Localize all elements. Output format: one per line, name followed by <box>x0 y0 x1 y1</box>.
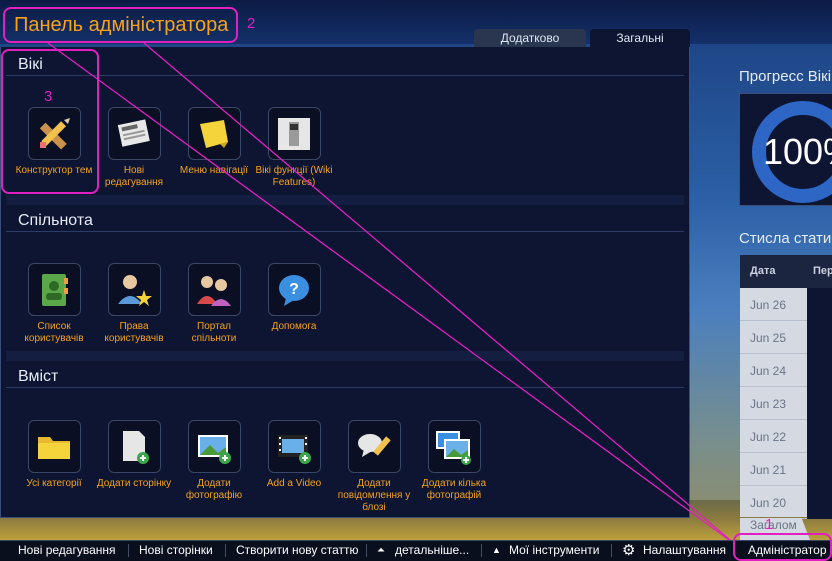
toolbar-create-article[interactable]: Створити нову статтю <box>236 540 359 561</box>
toolbar-new-pages[interactable]: Нові сторінки <box>139 540 213 561</box>
annotation-box-admin <box>733 533 832 561</box>
toolbar-recent-changes[interactable]: Нові редагування <box>18 540 116 561</box>
toolbar-separator <box>128 544 129 557</box>
toolbar-separator <box>225 544 226 557</box>
toolbar-settings[interactable]: Налаштування <box>643 540 726 561</box>
annotation-pointer-line <box>47 42 737 546</box>
up-arrow-icon: ▲ <box>492 545 501 555</box>
toolbar-more[interactable]: детальніше... <box>395 540 469 561</box>
toolbar-my-tools[interactable]: Мої інструменти <box>509 540 599 561</box>
gear-icon: ⚙ <box>622 542 636 559</box>
toolbar-separator <box>366 544 367 557</box>
double-up-icon: ⏶ <box>377 545 385 556</box>
toolbar-separator <box>611 544 612 557</box>
toolbar-separator <box>481 544 482 557</box>
annotation-number: 1 <box>765 516 774 533</box>
